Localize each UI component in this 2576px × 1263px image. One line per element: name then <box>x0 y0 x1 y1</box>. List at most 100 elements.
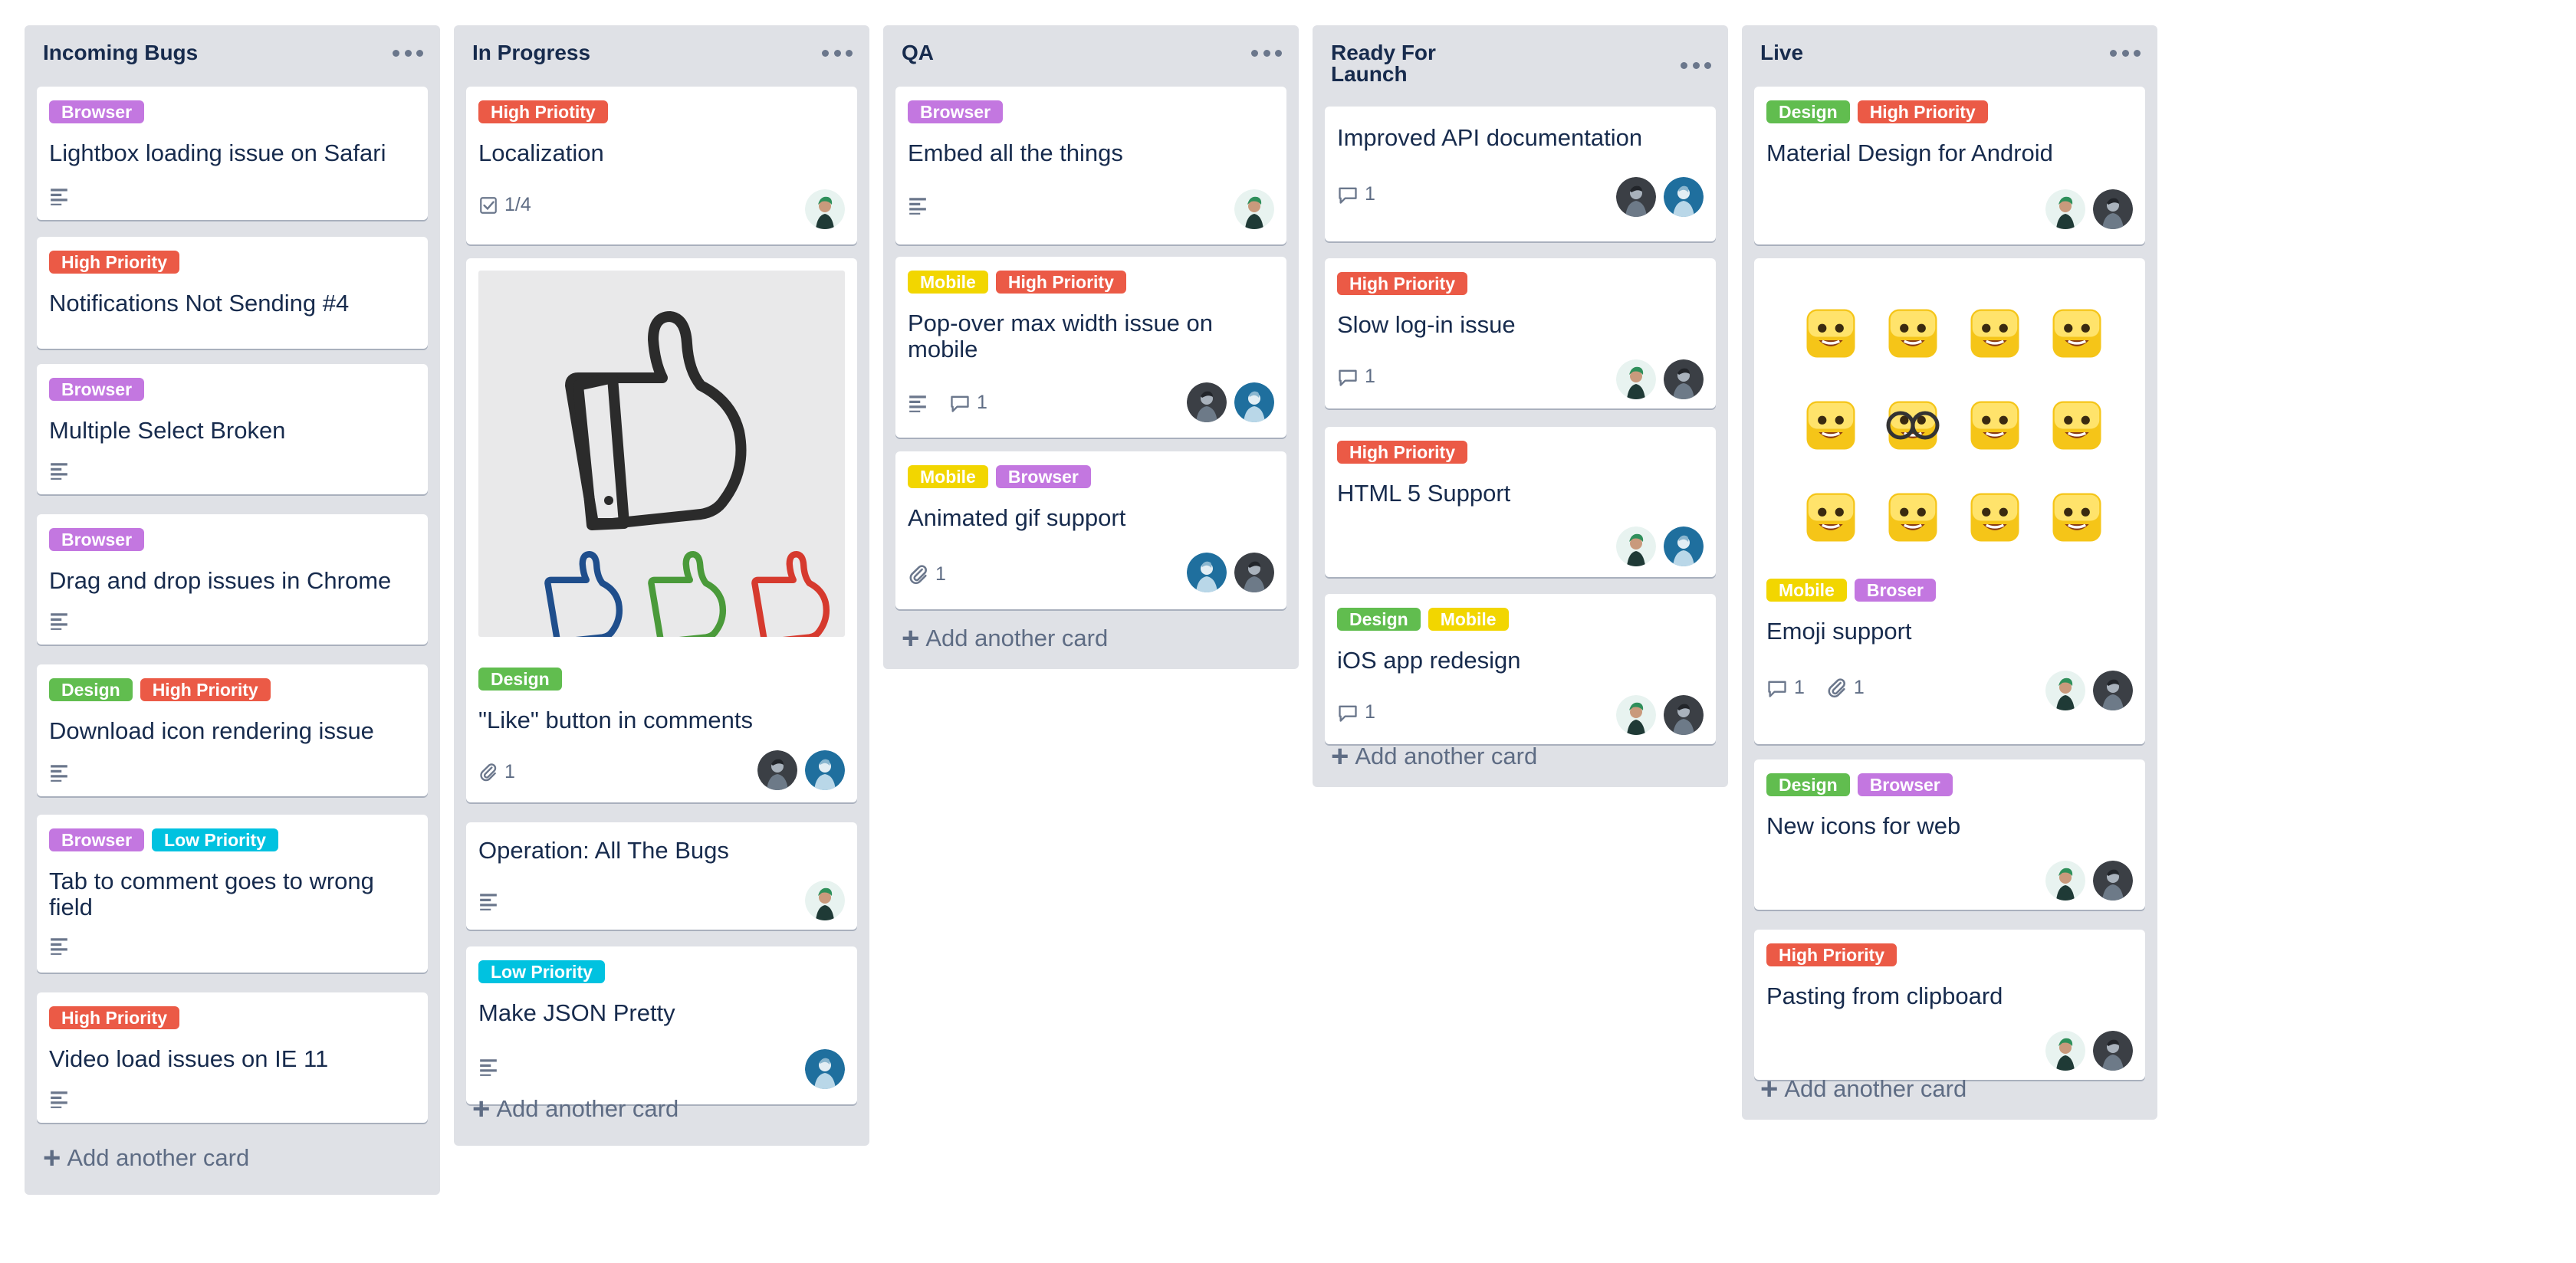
label-broser[interactable]: Broser <box>1854 579 1936 602</box>
card[interactable]: Design High Priority Download icon rende… <box>37 664 428 796</box>
label-mobile[interactable]: Mobile <box>1766 579 1847 602</box>
add-card-button[interactable]: + Add another card <box>472 1092 678 1126</box>
card[interactable]: Browser Drag and drop issues in Chrome <box>37 514 428 645</box>
description-icon <box>49 763 69 782</box>
avatar[interactable] <box>1664 695 1704 735</box>
avatar[interactable] <box>1616 359 1656 399</box>
avatar[interactable] <box>2093 1031 2133 1071</box>
card[interactable]: High Priority Pasting from clipboard <box>1754 930 2145 1080</box>
avatar[interactable] <box>2093 189 2133 229</box>
list-title[interactable]: Incoming Bugs <box>43 42 350 64</box>
card[interactable]: Browser Low Priority Tab to comment goes… <box>37 815 428 973</box>
card[interactable]: High Priority HTML 5 Support <box>1325 427 1716 577</box>
card-title: iOS app redesign <box>1337 647 1521 674</box>
card[interactable]: High Priority Slow log-in issue 1 <box>1325 258 1716 408</box>
avatar[interactable] <box>1234 189 1274 229</box>
add-card-button[interactable]: + Add another card <box>1760 1074 1967 1104</box>
card[interactable]: Browser Lightbox loading issue on Safari <box>37 87 428 220</box>
label-design[interactable]: Design <box>1766 773 1850 796</box>
paperclip-icon <box>478 763 498 782</box>
avatar[interactable] <box>1616 527 1656 566</box>
avatar[interactable] <box>2045 671 2085 710</box>
avatar[interactable] <box>1187 553 1227 592</box>
card[interactable]: High Priority Video load issues on IE 11 <box>37 992 428 1123</box>
label-low-priority[interactable]: Low Priority <box>478 960 605 983</box>
label-design[interactable]: Design <box>49 678 133 701</box>
label-high-priority[interactable]: High Priority <box>1337 272 1468 295</box>
avatar[interactable] <box>1664 359 1704 399</box>
label-high-priority[interactable]: High Priority <box>1337 441 1468 464</box>
add-card-button[interactable]: + Add another card <box>1331 741 1537 772</box>
avatar[interactable] <box>1187 382 1227 422</box>
avatar[interactable] <box>757 750 797 790</box>
avatar[interactable] <box>2045 189 2085 229</box>
label-high-priority[interactable]: High Priority <box>140 678 271 701</box>
list-menu-icon[interactable] <box>393 45 423 61</box>
card[interactable]: Browser Multiple Select Broken <box>37 364 428 494</box>
card-cover-image <box>478 271 845 645</box>
avatar[interactable] <box>805 189 845 229</box>
label-high-priority[interactable]: High Priority <box>1766 943 1898 966</box>
avatar[interactable] <box>1234 553 1274 592</box>
card[interactable]: Mobile Broser Emoji support 1 1 <box>1754 258 2145 744</box>
comment-icon <box>1337 184 1359 205</box>
label-design[interactable]: Design <box>1337 608 1421 631</box>
description-icon <box>478 891 498 911</box>
label-browser[interactable]: Browser <box>908 100 1004 123</box>
list-menu-icon[interactable] <box>1681 57 1711 73</box>
card[interactable]: Mobile Browser Animated gif support 1 <box>895 451 1286 609</box>
avatar[interactable] <box>2093 861 2133 901</box>
label-browser[interactable]: Browser <box>1857 773 1953 796</box>
card[interactable]: High Priority Notifications Not Sending … <box>37 237 428 349</box>
card[interactable]: Design High Priority Material Design for… <box>1754 87 2145 244</box>
label-design[interactable]: Design <box>1766 100 1850 123</box>
list-header: Ready For Launch <box>1325 25 1716 107</box>
avatar[interactable] <box>1664 177 1704 217</box>
label-high-priority[interactable]: High Priority <box>49 251 180 274</box>
card[interactable]: Operation: All The Bugs <box>466 822 857 930</box>
list-title[interactable]: QA <box>902 42 1208 64</box>
avatar[interactable] <box>2093 671 2133 710</box>
list-menu-icon[interactable] <box>1251 45 1282 61</box>
list-title[interactable]: Live <box>1760 42 2067 64</box>
avatar[interactable] <box>2045 1031 2085 1071</box>
comment-count: 1 <box>1365 183 1375 205</box>
label-high-priority[interactable]: High Priority <box>49 1006 180 1029</box>
label-browser[interactable]: Browser <box>49 100 145 123</box>
card[interactable]: Browser Embed all the things <box>895 87 1286 244</box>
card[interactable]: Design Mobile iOS app redesign 1 <box>1325 594 1716 744</box>
label-high-priority[interactable]: High Priority <box>1857 100 1988 123</box>
label-low-priority[interactable]: Low Priority <box>152 828 278 851</box>
add-card-button[interactable]: + Add another card <box>902 623 1108 654</box>
plus-icon: + <box>472 1092 491 1126</box>
label-browser[interactable]: Browser <box>995 465 1091 488</box>
avatar[interactable] <box>1616 177 1656 217</box>
list-title[interactable]: In Progress <box>472 42 779 64</box>
label-high-priority[interactable]: High Priotity <box>478 100 608 123</box>
list-title[interactable]: Ready For Launch <box>1331 42 1515 85</box>
label-browser[interactable]: Browser <box>49 828 145 851</box>
label-mobile[interactable]: Mobile <box>1428 608 1509 631</box>
avatar[interactable] <box>805 1049 845 1089</box>
card[interactable]: Low Priority Make JSON Pretty <box>466 946 857 1104</box>
label-browser[interactable]: Browser <box>49 528 145 551</box>
avatar[interactable] <box>805 750 845 790</box>
add-card-button[interactable]: + Add another card <box>43 1143 249 1173</box>
card[interactable]: Design Browser New icons for web <box>1754 759 2145 910</box>
list-menu-icon[interactable] <box>2110 45 2141 61</box>
avatar[interactable] <box>2045 861 2085 901</box>
avatar[interactable] <box>1234 382 1274 422</box>
label-design[interactable]: Design <box>478 668 562 691</box>
label-mobile[interactable]: Mobile <box>908 465 988 488</box>
card[interactable]: Improved API documentation 1 <box>1325 107 1716 241</box>
card[interactable]: Design "Like" button in comments 1 <box>466 258 857 802</box>
label-mobile[interactable]: Mobile <box>908 271 988 294</box>
avatar[interactable] <box>805 881 845 920</box>
label-high-priority[interactable]: High Priority <box>995 271 1126 294</box>
card[interactable]: High Priotity Localization 1/4 <box>466 87 857 244</box>
card[interactable]: Mobile High Priority Pop-over max width … <box>895 257 1286 438</box>
list-menu-icon[interactable] <box>822 45 853 61</box>
avatar[interactable] <box>1664 527 1704 566</box>
avatar[interactable] <box>1616 695 1656 735</box>
label-browser[interactable]: Browser <box>49 378 145 401</box>
